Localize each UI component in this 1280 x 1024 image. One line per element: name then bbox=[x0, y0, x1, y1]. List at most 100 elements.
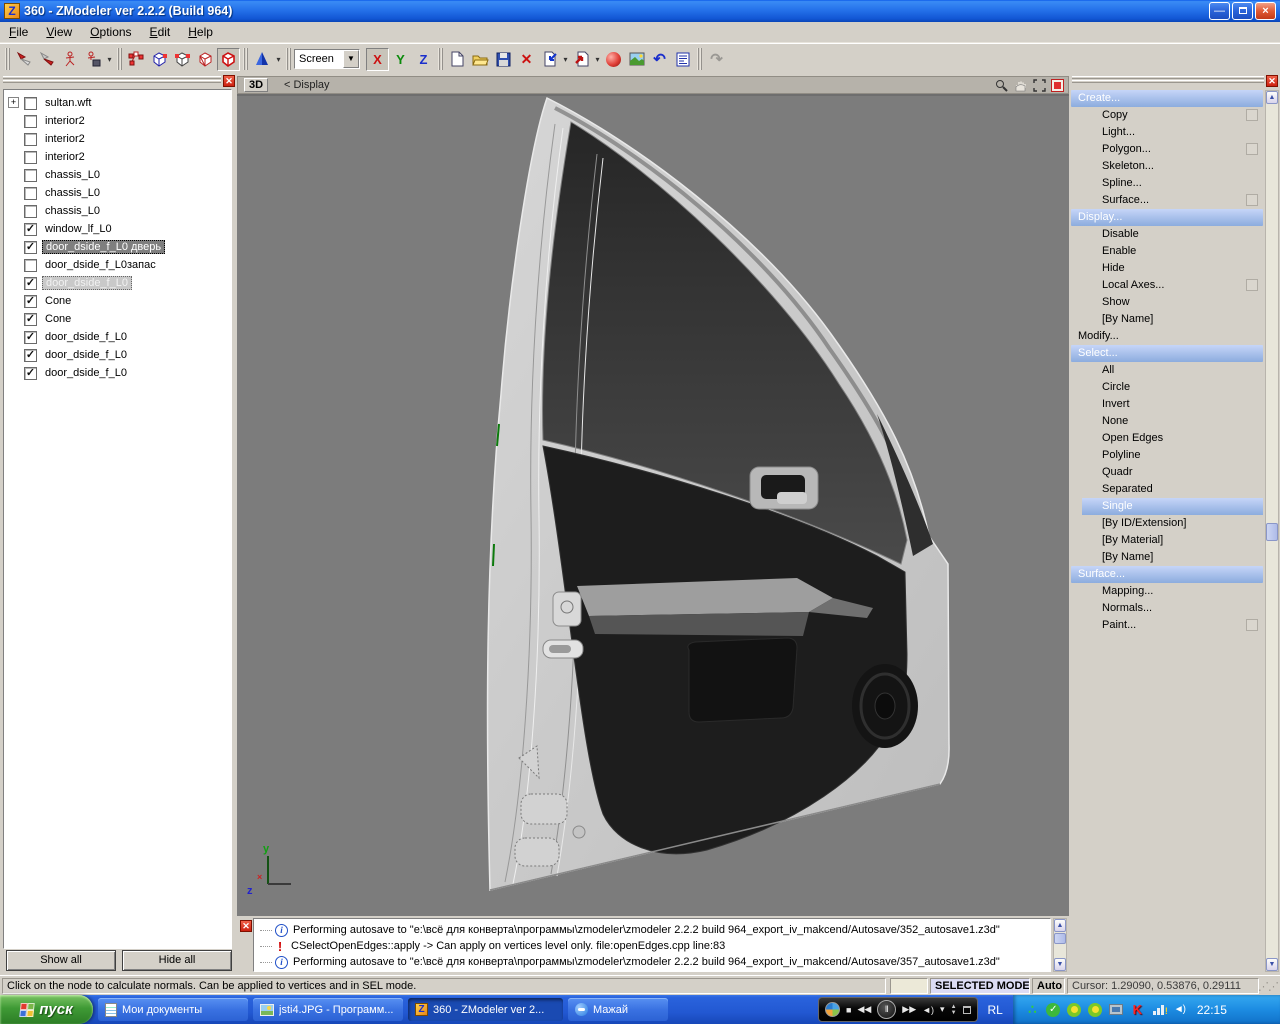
media-player-icon[interactable] bbox=[825, 1002, 840, 1017]
menu-header-surface[interactable]: Surface... bbox=[1071, 566, 1263, 583]
viewport-breadcrumb[interactable]: < Display bbox=[284, 79, 330, 91]
scroll-down-icon[interactable]: ▼ bbox=[1266, 958, 1278, 971]
tree-row[interactable]: door_dside_f_L0запас bbox=[4, 256, 231, 274]
save-file-icon[interactable] bbox=[492, 48, 515, 71]
commands-scrollbar[interactable]: ▲ ▼ bbox=[1265, 90, 1279, 972]
deselect-tool-icon[interactable] bbox=[36, 48, 59, 71]
viewport-active-indicator[interactable] bbox=[1051, 79, 1064, 92]
visibility-checkbox[interactable] bbox=[24, 223, 37, 236]
menu-item-show[interactable]: Show bbox=[1071, 294, 1263, 311]
menu-item-enable[interactable]: Enable bbox=[1071, 243, 1263, 260]
tree-row[interactable]: chassis_L0 bbox=[4, 166, 231, 184]
tree-row[interactable]: Cone bbox=[4, 310, 231, 328]
icq-flower-icon[interactable] bbox=[1088, 1002, 1103, 1017]
import-dropdown-icon[interactable]: ▾ bbox=[561, 55, 570, 64]
toolbar-grip[interactable] bbox=[5, 48, 10, 70]
tree-row[interactable]: interior2 bbox=[4, 130, 231, 148]
visibility-checkbox[interactable] bbox=[24, 97, 37, 110]
menu-item-single-selected[interactable]: Single bbox=[1082, 498, 1263, 515]
resize-grip[interactable]: ⋰⋰ bbox=[1258, 980, 1278, 993]
select-tool-icon[interactable] bbox=[13, 48, 36, 71]
polygons-level-icon[interactable] bbox=[171, 48, 194, 71]
menu-item-by-name-2[interactable]: [By Name] bbox=[1071, 549, 1263, 566]
show-all-button[interactable]: Show all bbox=[6, 950, 116, 971]
import-icon[interactable] bbox=[538, 48, 561, 71]
tree-row[interactable]: door_dside_f_L0 bbox=[4, 346, 231, 364]
visibility-checkbox[interactable] bbox=[24, 331, 37, 344]
stop-button[interactable]: ■ bbox=[846, 1005, 851, 1015]
log-scrollbar[interactable]: ▲ ▼ bbox=[1053, 918, 1067, 972]
notes-icon[interactable] bbox=[671, 48, 694, 71]
axis-z-button[interactable]: Z bbox=[412, 48, 435, 71]
export-icon[interactable] bbox=[570, 48, 593, 71]
tree-row[interactable]: interior2 bbox=[4, 112, 231, 130]
delete-icon[interactable]: ✕ bbox=[515, 48, 538, 71]
visibility-checkbox[interactable] bbox=[24, 205, 37, 218]
visibility-checkbox[interactable] bbox=[24, 151, 37, 164]
toolbar-grip[interactable] bbox=[117, 48, 122, 70]
scroll-thumb[interactable] bbox=[1266, 523, 1278, 541]
pin-box-icon[interactable] bbox=[1246, 194, 1258, 206]
menu-header-display[interactable]: Display... bbox=[1071, 209, 1263, 226]
icq-flower-icon[interactable] bbox=[1067, 1002, 1082, 1017]
antivirus-ok-icon[interactable]: ✓ bbox=[1046, 1002, 1061, 1017]
network-computers-icon[interactable] bbox=[1109, 1002, 1124, 1017]
player-restore-icon[interactable] bbox=[963, 1006, 971, 1014]
signal-strength-icon[interactable]: ! bbox=[1151, 1002, 1166, 1017]
undo-icon[interactable]: ↶ bbox=[648, 48, 671, 71]
toolbar-grip[interactable] bbox=[438, 48, 443, 70]
taskbar-button-zmodeler-active[interactable]: Z 360 - ZModeler ver 2... bbox=[408, 998, 563, 1021]
viewport-mode-button[interactable]: 3D bbox=[244, 78, 268, 92]
menu-item-all[interactable]: All bbox=[1071, 362, 1263, 379]
menu-edit[interactable]: Edit bbox=[141, 22, 180, 42]
menu-item-local-axes[interactable]: Local Axes... bbox=[1071, 277, 1263, 294]
menu-item-by-name[interactable]: [By Name] bbox=[1071, 311, 1263, 328]
menu-item-spline[interactable]: Spline... bbox=[1071, 175, 1263, 192]
primitive-dropdown-icon[interactable]: ▾ bbox=[274, 55, 283, 64]
menu-item-disable[interactable]: Disable bbox=[1071, 226, 1263, 243]
menu-help[interactable]: Help bbox=[179, 22, 222, 42]
close-button[interactable]: × bbox=[1255, 2, 1276, 20]
toolbar-grip[interactable] bbox=[286, 48, 291, 70]
menu-item-normals[interactable]: Normals... bbox=[1071, 600, 1263, 617]
volume-dropdown-icon[interactable]: ▾ bbox=[940, 1004, 945, 1015]
visibility-checkbox[interactable] bbox=[24, 241, 37, 254]
material-editor-icon[interactable] bbox=[602, 48, 625, 71]
primitive-cone-icon[interactable] bbox=[251, 48, 274, 71]
visibility-checkbox[interactable] bbox=[24, 133, 37, 146]
tree-row[interactable]: window_lf_L0 bbox=[4, 220, 231, 238]
menu-item-polygon[interactable]: Polygon... bbox=[1071, 141, 1263, 158]
viewport-3d-canvas[interactable]: y z × bbox=[237, 94, 1069, 916]
minimize-button[interactable]: — bbox=[1209, 2, 1230, 20]
pause-button[interactable]: ‖ bbox=[877, 1000, 896, 1019]
space-mode-combo[interactable]: Screen ▼ bbox=[294, 49, 360, 69]
tree-row[interactable]: door_dside_f_L0 bbox=[4, 364, 231, 382]
kaspersky-icon[interactable]: K bbox=[1130, 1002, 1145, 1017]
attach-dropdown-icon[interactable]: ▾ bbox=[105, 55, 114, 64]
visibility-checkbox[interactable] bbox=[24, 277, 37, 290]
faces-level-icon[interactable] bbox=[194, 48, 217, 71]
visibility-checkbox[interactable] bbox=[24, 259, 37, 272]
tree-row[interactable]: chassis_L0 bbox=[4, 184, 231, 202]
menu-item-skeleton[interactable]: Skeleton... bbox=[1071, 158, 1263, 175]
menu-view[interactable]: View bbox=[37, 22, 81, 42]
zoom-icon[interactable] bbox=[994, 78, 1009, 93]
taskbar-button-documents[interactable]: Мои документы bbox=[98, 998, 248, 1021]
new-file-icon[interactable] bbox=[446, 48, 469, 71]
commands-panel-close-icon[interactable]: ✕ bbox=[1266, 75, 1278, 87]
taskbar-button-chat[interactable]: Мажай bbox=[568, 998, 668, 1021]
tree-row[interactable]: door_dside_f_L0 bbox=[4, 328, 231, 346]
open-file-icon[interactable] bbox=[469, 48, 492, 71]
combo-dropdown-icon[interactable]: ▼ bbox=[343, 50, 359, 68]
menu-item-none[interactable]: None bbox=[1071, 413, 1263, 430]
visibility-checkbox[interactable] bbox=[24, 115, 37, 128]
texture-browser-icon[interactable] bbox=[625, 48, 648, 71]
menu-item-quadr[interactable]: Quadr bbox=[1071, 464, 1263, 481]
scroll-down-icon[interactable]: ▼ bbox=[1054, 958, 1066, 971]
tree-row[interactable]: chassis_L0 bbox=[4, 202, 231, 220]
visibility-checkbox[interactable] bbox=[24, 187, 37, 200]
menu-item-separated[interactable]: Separated bbox=[1071, 481, 1263, 498]
pin-box-icon[interactable] bbox=[1246, 109, 1258, 121]
player-spinner[interactable]: ▲▼ bbox=[951, 1004, 957, 1016]
menu-item-mapping[interactable]: Mapping... bbox=[1071, 583, 1263, 600]
